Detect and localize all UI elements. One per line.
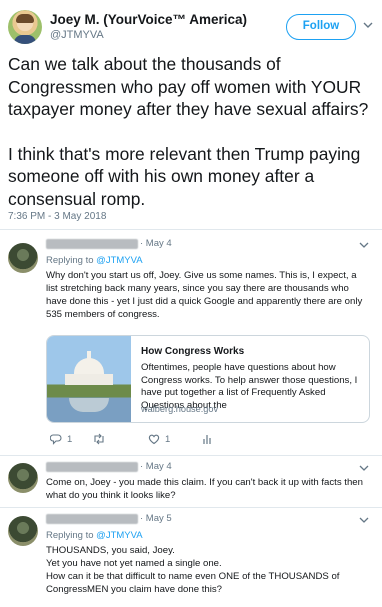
heart-icon xyxy=(148,434,160,445)
avatar-hair xyxy=(16,14,34,23)
replying-handle[interactable]: @JTMYVA xyxy=(96,255,142,266)
reply-avatar[interactable] xyxy=(8,243,38,273)
reply-text: Why don't you start us off, Joey. Give u… xyxy=(46,270,363,320)
tweet-timestamp[interactable]: 7:36 PM - 3 May 2018 xyxy=(8,211,106,222)
reply-action[interactable]: 1 xyxy=(50,431,72,447)
replying-label: Replying to xyxy=(46,530,97,541)
tweet-paragraph: I think that's more relevant then Trump … xyxy=(8,143,366,209)
reply-text: THOUSANDS, you said, Joey. Yet you have … xyxy=(46,544,370,596)
retweet-action[interactable] xyxy=(92,431,111,447)
card-domain: walberg.house.gov xyxy=(141,404,219,414)
card-title: How Congress Works xyxy=(141,346,245,357)
redacted-name xyxy=(46,514,138,524)
replying-handle[interactable]: @JTMYVA xyxy=(96,530,142,541)
redacted-name xyxy=(46,462,138,472)
thumbnail-base xyxy=(65,374,113,385)
avatar-shirt xyxy=(14,35,36,44)
analytics-action[interactable] xyxy=(202,431,212,447)
chevron-down-icon[interactable] xyxy=(359,241,369,249)
like-action[interactable]: 1 xyxy=(148,431,170,447)
reply-avatar[interactable] xyxy=(8,516,38,546)
chevron-down-icon[interactable] xyxy=(363,20,373,30)
follow-button[interactable]: Follow xyxy=(286,14,356,40)
chevron-down-icon[interactable] xyxy=(359,464,369,472)
like-count: 1 xyxy=(165,433,171,445)
reply-tweet: · May 4 Replying to @JTMYVA Why don't yo… xyxy=(0,233,382,455)
redacted-name xyxy=(46,239,138,249)
tweet-paragraph: Can we talk about the thousands of Congr… xyxy=(8,54,369,119)
reply-count: 1 xyxy=(67,433,73,445)
main-tweet: Joey M. (YourVoice™ America) @JTMYVA Fol… xyxy=(0,0,382,230)
reply-text: Come on, Joey - you made this claim. If … xyxy=(46,477,363,501)
tweet-actions: 1 1 xyxy=(46,431,266,447)
author-avatar[interactable] xyxy=(8,10,42,44)
thumbnail-reflection xyxy=(69,398,109,412)
author-handle[interactable]: @JTMYVA xyxy=(50,29,104,41)
reply-line: THOUSANDS, you said, Joey. xyxy=(46,545,175,556)
chevron-down-icon[interactable] xyxy=(359,516,369,524)
reply-tweet: · May 5 Replying to @JTMYVA THOUSANDS, y… xyxy=(0,508,382,607)
divider xyxy=(0,229,382,230)
reply-tweet: · May 4 Come on, Joey - you made this cl… xyxy=(0,456,382,506)
reply-date[interactable]: · May 4 xyxy=(140,238,172,249)
author-name[interactable]: Joey M. (YourVoice™ America) xyxy=(50,12,247,27)
capitol-thumbnail xyxy=(47,336,131,422)
reply-line: Yet you have not yet named a single one. xyxy=(46,558,222,569)
reply-date[interactable]: · May 5 xyxy=(140,513,172,524)
reply-avatar[interactable] xyxy=(8,463,38,493)
retweet-icon xyxy=(94,433,104,445)
analytics-icon xyxy=(203,435,211,444)
reply-date[interactable]: · May 4 xyxy=(140,461,172,472)
replying-to: Replying to @JTMYVA xyxy=(46,530,143,541)
reply-line: How can it be that difficult to name eve… xyxy=(46,571,340,595)
reply-icon xyxy=(50,434,62,445)
replying-to: Replying to @JTMYVA xyxy=(46,255,143,266)
link-card[interactable]: How Congress Works Oftentimes, people ha… xyxy=(46,335,370,423)
replying-label: Replying to xyxy=(46,255,97,266)
tweet-text: Can we talk about the thousands of Congr… xyxy=(8,53,380,210)
